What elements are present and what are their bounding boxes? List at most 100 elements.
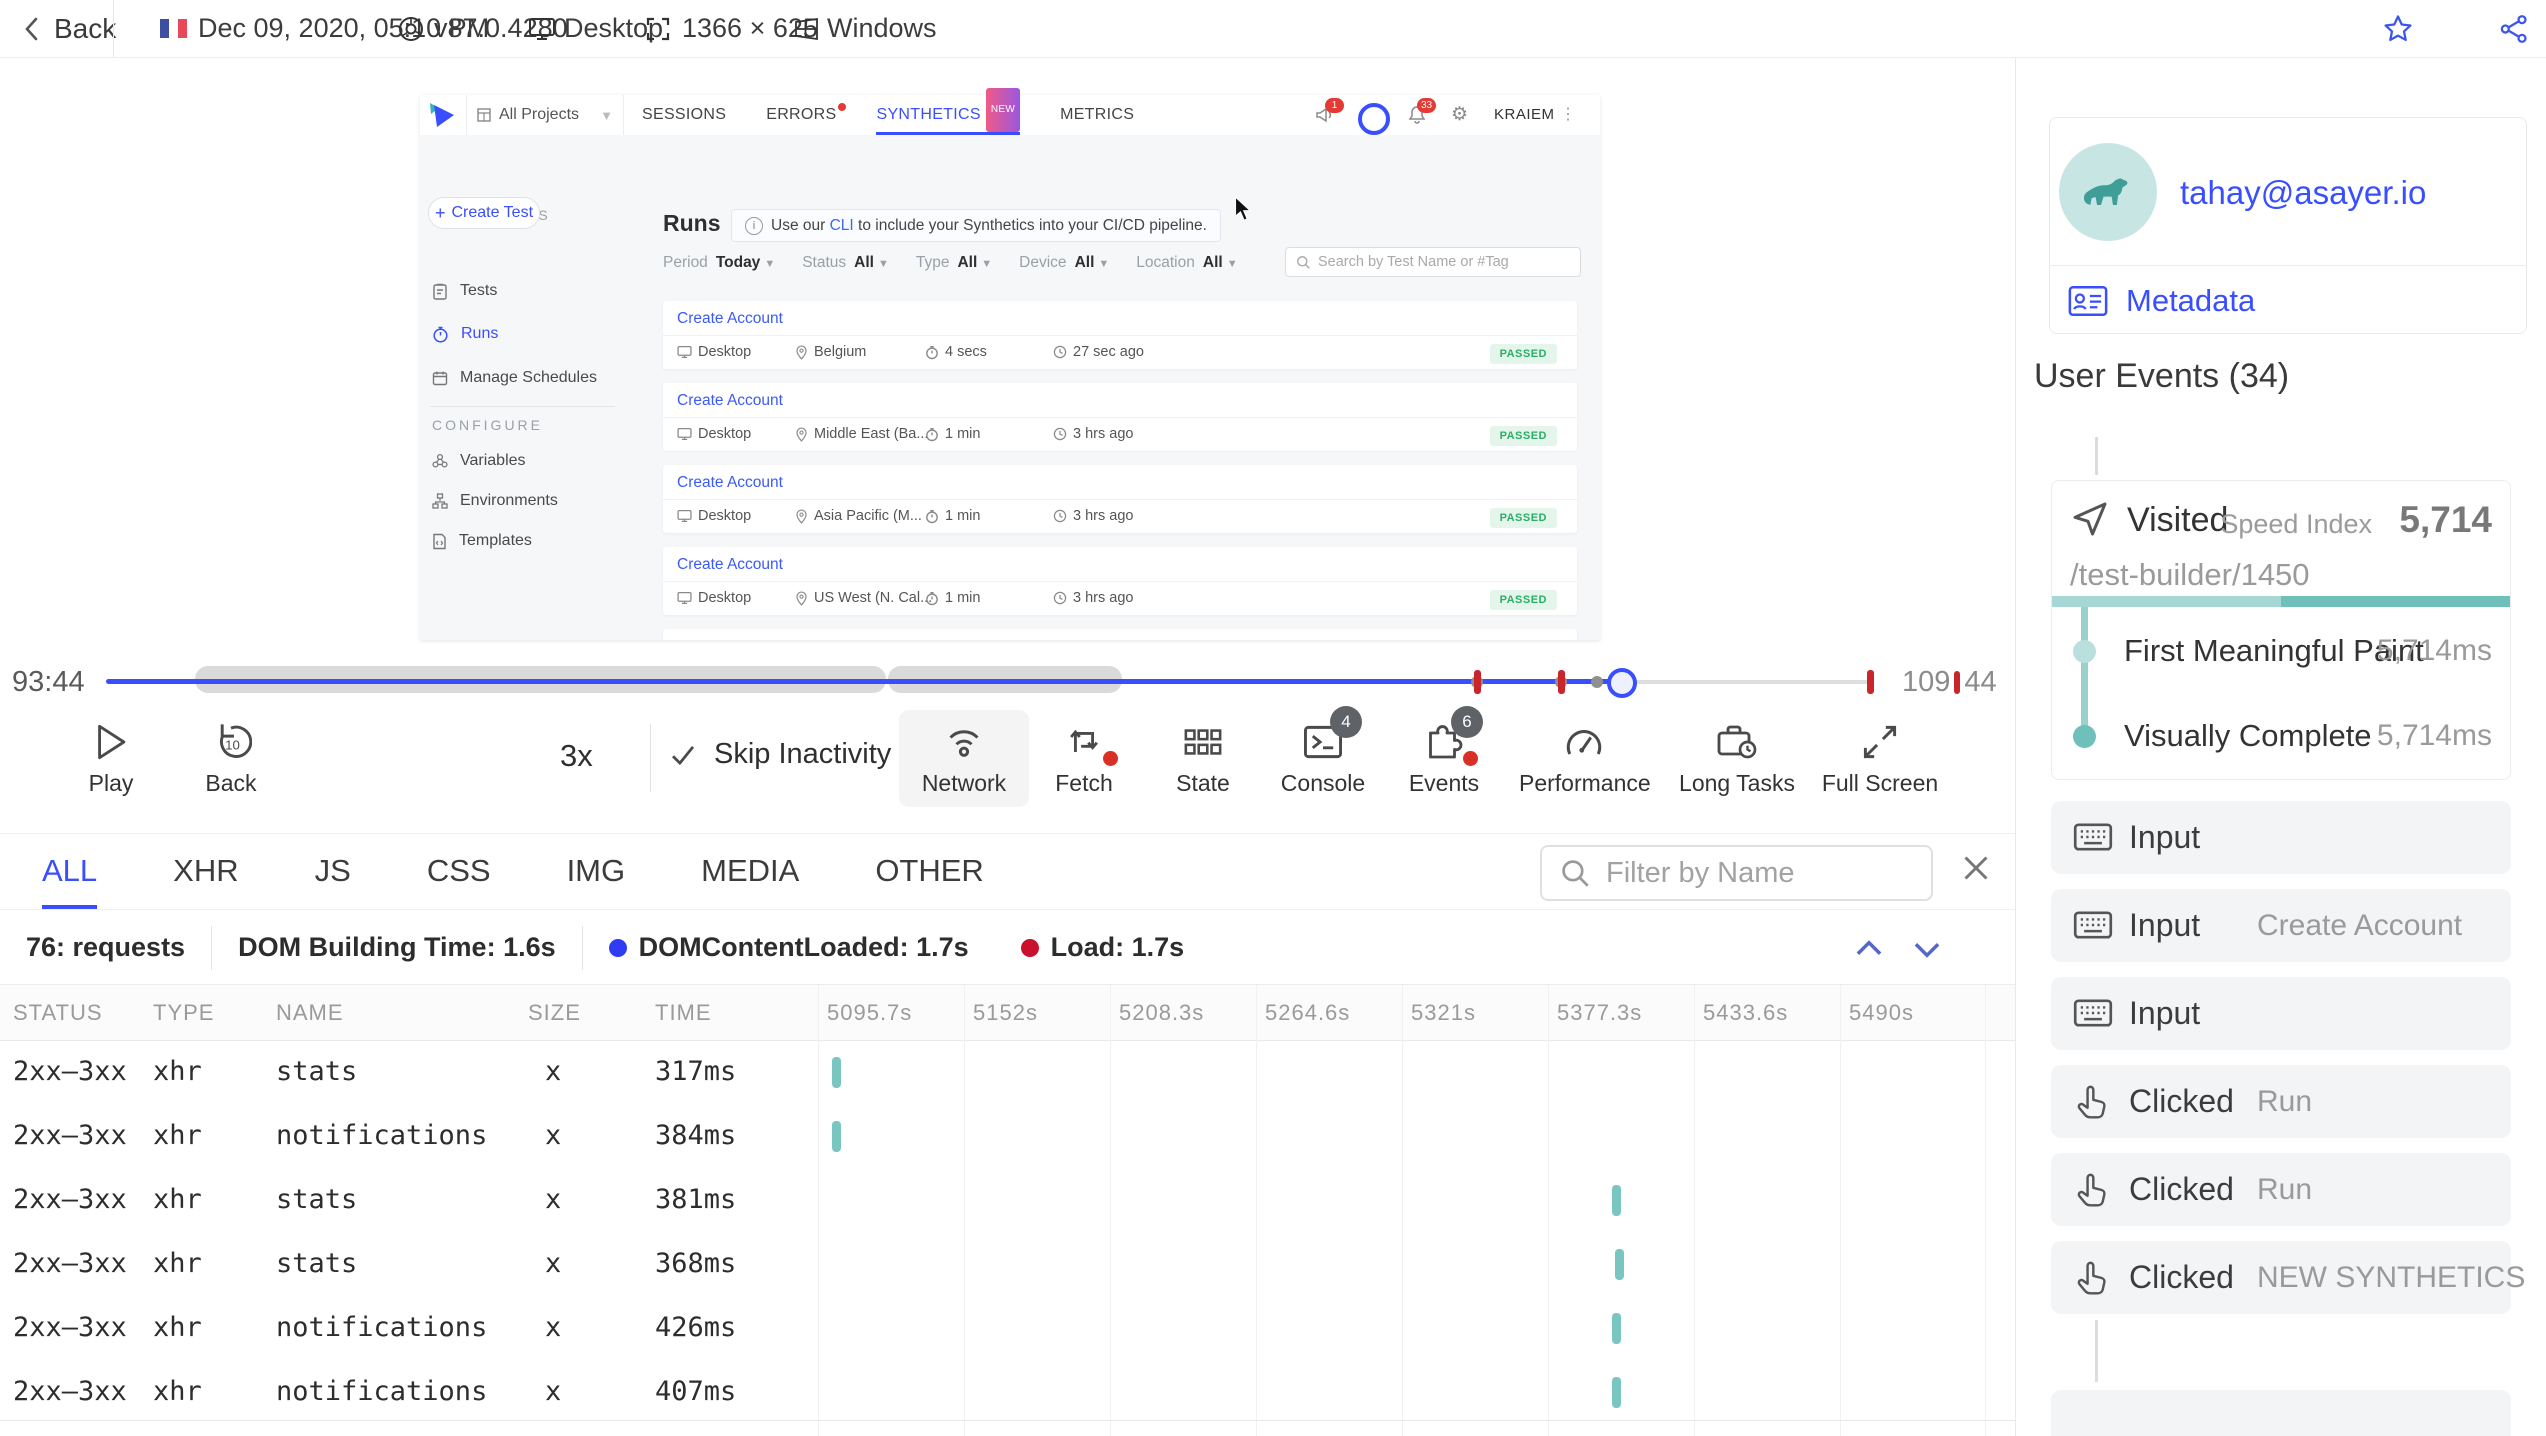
tab-all[interactable]: ALL bbox=[42, 834, 97, 909]
event-label: Clicked bbox=[2129, 1153, 2234, 1226]
request-row[interactable]: 2xx–3xx xhr notifications x 407ms bbox=[0, 1360, 2015, 1424]
performance-panel-button[interactable]: Performance bbox=[1519, 718, 1649, 797]
share-icon[interactable] bbox=[2498, 13, 2530, 45]
user-event-card-partial[interactable] bbox=[2051, 1390, 2511, 1436]
stopwatch-icon bbox=[432, 326, 449, 343]
stopwatch-icon bbox=[925, 509, 939, 524]
cli-info-banner: i Use our CLI to include your Synthetics… bbox=[731, 209, 1221, 242]
full-screen-button[interactable]: Full Screen bbox=[1815, 718, 1945, 797]
stopwatch-icon bbox=[925, 591, 939, 606]
run-meta: Desktop Middle East (Ba... 1 min 3 hrs a… bbox=[663, 417, 1577, 451]
chevron-down-icon: ▼ bbox=[1227, 258, 1238, 270]
favorite-star-icon[interactable] bbox=[2382, 13, 2414, 45]
divider bbox=[650, 724, 651, 792]
user-event-card[interactable]: Clicked NEW SYNTHETICS bbox=[2051, 1241, 2511, 1314]
play-button[interactable]: Play bbox=[46, 718, 176, 797]
app-logo bbox=[428, 102, 456, 128]
monitor-icon bbox=[677, 591, 692, 605]
keyboard-icon bbox=[2073, 994, 2113, 1032]
navigate-icon bbox=[2070, 499, 2110, 539]
request-row[interactable]: 2xx–3xx xhr stats x 317ms bbox=[0, 1040, 2015, 1104]
user-event-card[interactable]: Clicked Run bbox=[2051, 1153, 2511, 1226]
bell-badge: 33 bbox=[1417, 98, 1436, 113]
chevron-down-icon: ▼ bbox=[600, 108, 613, 123]
state-panel-button[interactable]: State bbox=[1138, 718, 1268, 797]
events-panel-button[interactable]: 6 Events bbox=[1379, 718, 1509, 797]
waterfall-bar bbox=[832, 1121, 841, 1152]
filter: PeriodToday▼ bbox=[663, 254, 775, 272]
announcements-icon: 1 bbox=[1315, 105, 1335, 125]
chevron-left-icon bbox=[22, 16, 40, 42]
event-label: Input bbox=[2129, 889, 2200, 962]
sidebar-item-environments: Environments bbox=[432, 492, 558, 510]
network-panel-button[interactable]: Network bbox=[899, 710, 1029, 807]
user-event-card[interactable]: Input Create Account bbox=[2051, 889, 2511, 962]
fetch-icon bbox=[1064, 722, 1104, 762]
speed-index-label: Speed Index bbox=[2220, 509, 2372, 540]
playhead-handle[interactable] bbox=[1607, 668, 1637, 698]
summary-stat: 76: requests bbox=[0, 926, 212, 970]
user-event-card[interactable]: Clicked Run bbox=[2051, 1065, 2511, 1138]
filter-by-name-input[interactable] bbox=[1540, 845, 1933, 901]
error-marker bbox=[1558, 670, 1565, 694]
long-tasks-panel-button[interactable]: Long Tasks bbox=[1672, 718, 1802, 797]
metadata-button[interactable]: Metadata bbox=[2068, 283, 2255, 319]
skip-inactivity-toggle[interactable]: Skip Inactivity bbox=[668, 738, 891, 771]
playback-timeline[interactable]: 93:44 10944 bbox=[0, 655, 2015, 705]
keyboard-icon bbox=[2073, 818, 2113, 856]
collapse-up-icon[interactable] bbox=[1850, 930, 1888, 968]
tab-errors: ERRORS bbox=[766, 95, 836, 135]
player-controls: Play 10 Back 3x Skip Inactivity Network … bbox=[0, 712, 2015, 812]
chevron-down-icon: ▼ bbox=[981, 258, 992, 270]
tab-img[interactable]: IMG bbox=[567, 834, 626, 909]
vc-dot bbox=[2073, 725, 2096, 748]
request-time: 426ms bbox=[655, 1296, 736, 1360]
back-10s-button[interactable]: 10 Back bbox=[166, 718, 296, 797]
waterfall-bar bbox=[1612, 1313, 1621, 1344]
status-badge: PASSED bbox=[1490, 344, 1557, 364]
stopwatch-icon bbox=[925, 427, 939, 442]
request-row[interactable]: 2xx–3xx xhr stats x 381ms bbox=[0, 1168, 2015, 1232]
run-test-name: Create Account bbox=[677, 474, 783, 492]
visited-label: Visited bbox=[2127, 501, 2228, 540]
request-row[interactable]: 2xx–3xx xhr stats x 368ms bbox=[0, 1232, 2015, 1296]
console-panel-button[interactable]: 4 Console bbox=[1258, 718, 1388, 797]
run-test-name: Create Account bbox=[677, 556, 783, 574]
tab-css[interactable]: CSS bbox=[427, 834, 491, 909]
run-card: Create Account Desktop US West (N. Cal..… bbox=[663, 547, 1577, 615]
collapse-down-icon[interactable] bbox=[1908, 930, 1946, 968]
summary-stat: DOMContentLoaded: 1.7s bbox=[583, 926, 995, 970]
playback-speed-button[interactable]: 3x bbox=[560, 738, 593, 774]
tab-other[interactable]: OTHER bbox=[875, 834, 984, 909]
console-count-badge: 4 bbox=[1330, 706, 1362, 738]
request-status: 2xx–3xx bbox=[13, 1296, 127, 1360]
request-size: x bbox=[545, 1040, 561, 1104]
status-badge: PASSED bbox=[1490, 426, 1557, 446]
event-label: Clicked bbox=[2129, 1241, 2234, 1314]
create-test-button: +Create Test bbox=[428, 197, 540, 229]
filter-input[interactable] bbox=[1604, 856, 1908, 891]
close-panel-icon[interactable] bbox=[1958, 850, 1994, 886]
event-marker bbox=[1591, 676, 1603, 688]
pointer-hand-icon bbox=[2073, 1082, 2111, 1122]
replayed-app-body: SYNTHETICS +Create Test Tests Runs Manag… bbox=[420, 135, 1600, 640]
back-button[interactable]: Back bbox=[22, 0, 116, 57]
tab-media[interactable]: MEDIA bbox=[701, 834, 799, 909]
user-event-card[interactable]: Input bbox=[2051, 801, 2511, 874]
fetch-panel-button[interactable]: Fetch bbox=[1019, 718, 1149, 797]
request-row[interactable]: 2xx–3xx xhr notifications x 426ms bbox=[0, 1296, 2015, 1360]
state-grid-icon bbox=[1183, 724, 1223, 760]
tab-js[interactable]: JS bbox=[315, 834, 351, 909]
user-event-card[interactable]: Input bbox=[2051, 977, 2511, 1050]
request-time: 368ms bbox=[655, 1232, 736, 1296]
replayed-username: KRAIEM bbox=[1494, 95, 1555, 135]
run-test-name: Create Account bbox=[677, 638, 783, 640]
user-email-link[interactable]: tahay@asayer.io bbox=[2180, 174, 2426, 212]
tab-xhr[interactable]: XHR bbox=[173, 834, 238, 909]
request-row[interactable]: 2xx–3xx xhr notifications x 384ms bbox=[0, 1104, 2015, 1168]
event-target: NEW SYNTHETICS bbox=[2257, 1241, 2525, 1314]
timeline-progress bbox=[106, 679, 1621, 684]
run-duration: 1 min bbox=[925, 590, 980, 606]
event-label: Input bbox=[2129, 977, 2200, 1050]
visited-event-card[interactable]: Visited Speed Index 5,714 /test-builder/… bbox=[2051, 480, 2511, 780]
